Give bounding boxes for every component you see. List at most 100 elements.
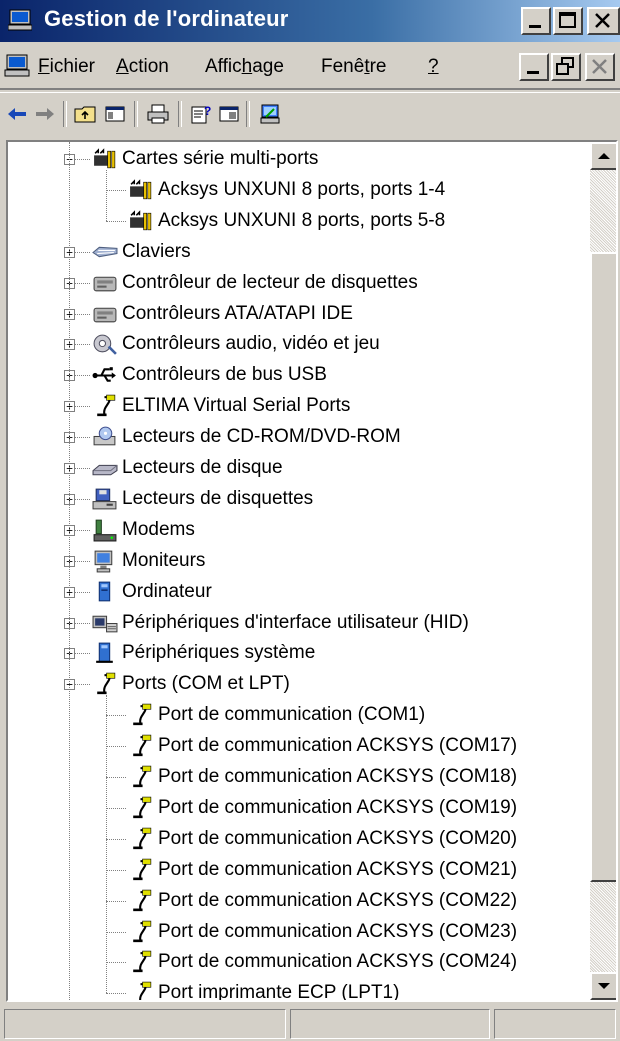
tree-node-label: Port de communication ACKSYS (COM24) xyxy=(158,951,518,973)
show-hide-tree-button[interactable] xyxy=(102,101,128,127)
port-icon xyxy=(97,673,116,695)
tree-node-label: Ordinateur xyxy=(122,580,212,602)
update-driver-button[interactable] xyxy=(257,101,283,127)
tree-node-label: Périphériques d'interface utilisateur (H… xyxy=(122,611,469,633)
port-icon xyxy=(97,394,116,417)
tree-connector xyxy=(106,869,126,871)
forward-button[interactable] xyxy=(32,101,58,127)
status-pane xyxy=(494,1009,616,1039)
tree-connector xyxy=(106,715,126,717)
tree-node-label: Port de communication ACKSYS (COM21) xyxy=(158,858,518,880)
tree-node-label: Contrôleurs audio, vidéo et jeu xyxy=(122,333,380,355)
menu-action[interactable]: Action xyxy=(116,56,169,78)
toolbar-separator xyxy=(178,101,182,127)
back-arrow-icon xyxy=(8,108,26,120)
menu-fichier[interactable]: Fichier xyxy=(38,56,95,78)
tree-node-label: Claviers xyxy=(122,240,191,262)
tree-node-label: Port de communication ACKSYS (COM19) xyxy=(158,796,518,818)
vertical-scrollbar[interactable] xyxy=(590,142,616,1000)
title-bar[interactable]: Gestion de l'ordinateur xyxy=(0,0,620,42)
tree-node-label: Port de communication ACKSYS (COM22) xyxy=(158,889,518,911)
status-pane xyxy=(290,1009,490,1039)
scroll-down-button[interactable] xyxy=(590,972,616,1000)
print-button[interactable] xyxy=(145,101,171,127)
menu-help[interactable]: ? xyxy=(428,56,439,78)
arrow-down-icon xyxy=(598,983,610,989)
menu-bar: Fichier Action Affichage Fenêtre ? xyxy=(0,44,620,90)
status-pane xyxy=(4,1009,286,1039)
tree-node-label: Lecteurs de disque xyxy=(122,457,283,478)
tree-node-label: Port imprimante ECP (LPT1) xyxy=(158,982,400,1000)
scroll-up-button[interactable] xyxy=(590,142,616,170)
back-button[interactable] xyxy=(4,101,30,127)
mdi-minimize-button[interactable] xyxy=(519,53,549,81)
svg-text:?: ? xyxy=(204,104,211,118)
controller-icon xyxy=(93,276,117,291)
properties-button[interactable]: ? xyxy=(188,101,214,127)
close-icon xyxy=(592,59,607,74)
modem-icon xyxy=(93,519,117,542)
disk-drive-icon xyxy=(92,464,118,476)
status-bar xyxy=(0,1004,620,1041)
computer-management-icon xyxy=(8,9,32,31)
tree-connector xyxy=(106,962,126,964)
tree-connector xyxy=(106,807,126,809)
port-icon xyxy=(133,920,152,942)
tree-connector xyxy=(106,189,126,191)
help-button[interactable] xyxy=(216,101,242,127)
computer-icon xyxy=(98,581,111,601)
menu-affichage[interactable]: Affichage xyxy=(205,56,284,78)
port-icon xyxy=(133,703,152,726)
show-hide-tree-icon xyxy=(105,106,125,122)
port-icon xyxy=(133,951,152,973)
mdi-restore-button[interactable] xyxy=(551,53,581,81)
toolbar-separator xyxy=(63,101,67,127)
minimize-button[interactable] xyxy=(521,7,551,35)
properties-icon: ? xyxy=(191,104,211,124)
device-tree[interactable]: Cartes série multi-ports − Acksys UNXUNI 8… xyxy=(8,142,586,1000)
tree-connector xyxy=(106,777,126,778)
tree-connector xyxy=(69,142,70,1000)
forward-arrow-icon xyxy=(36,108,54,120)
system-device-icon xyxy=(96,642,113,664)
hid-icon xyxy=(92,615,118,632)
controller-icon xyxy=(93,307,117,322)
mmc-document-icon[interactable] xyxy=(4,54,30,78)
multiport-card-icon xyxy=(130,210,152,230)
tree-connector xyxy=(106,746,126,748)
usb-icon xyxy=(92,367,116,383)
up-one-level-button[interactable] xyxy=(72,101,98,127)
tree-connector xyxy=(106,838,126,840)
tree-node-label: Périphériques système xyxy=(122,642,316,664)
tree-node-label: Port de communication ACKSYS (COM18) xyxy=(158,766,518,787)
scroll-thumb[interactable] xyxy=(590,252,616,882)
tree-node-label: Acksys UNXUNI 8 ports, ports 1-4 xyxy=(158,178,446,200)
tree-node-label: ELTIMA Virtual Serial Ports xyxy=(122,395,351,417)
tree-node-label: Port de communication ACKSYS (COM20) xyxy=(158,827,518,849)
device-tree-panel: Cartes série multi-ports − Acksys UNXUNI 8… xyxy=(6,140,618,1002)
port-icon xyxy=(133,796,152,819)
menu-fenetre[interactable]: Fenêtre xyxy=(321,56,387,78)
tree-node-label: Contrôleur de lecteur de disquettes xyxy=(122,271,418,293)
port-icon xyxy=(133,858,152,880)
tree-connector xyxy=(106,900,126,902)
close-icon xyxy=(595,13,610,28)
maximize-icon xyxy=(559,12,576,28)
maximize-button[interactable] xyxy=(553,7,583,35)
mdi-close-button[interactable] xyxy=(585,53,615,81)
multiport-card-icon xyxy=(94,148,116,169)
minimize-icon xyxy=(527,71,539,74)
window-title: Gestion de l'ordinateur xyxy=(44,6,289,31)
up-folder-icon xyxy=(74,106,96,123)
update-driver-icon xyxy=(260,104,280,124)
minimize-icon xyxy=(529,25,541,28)
tree-connector xyxy=(106,170,107,221)
tree-connector xyxy=(106,695,107,994)
audio-icon xyxy=(93,335,117,356)
port-icon xyxy=(133,827,152,849)
cdrom-icon xyxy=(93,426,116,446)
close-button[interactable] xyxy=(587,7,620,35)
multiport-card-icon xyxy=(130,179,152,200)
tree-node-label: Cartes série multi-ports xyxy=(122,148,319,169)
tree-node-label: Lecteurs de CD-ROM/DVD-ROM xyxy=(122,426,401,448)
